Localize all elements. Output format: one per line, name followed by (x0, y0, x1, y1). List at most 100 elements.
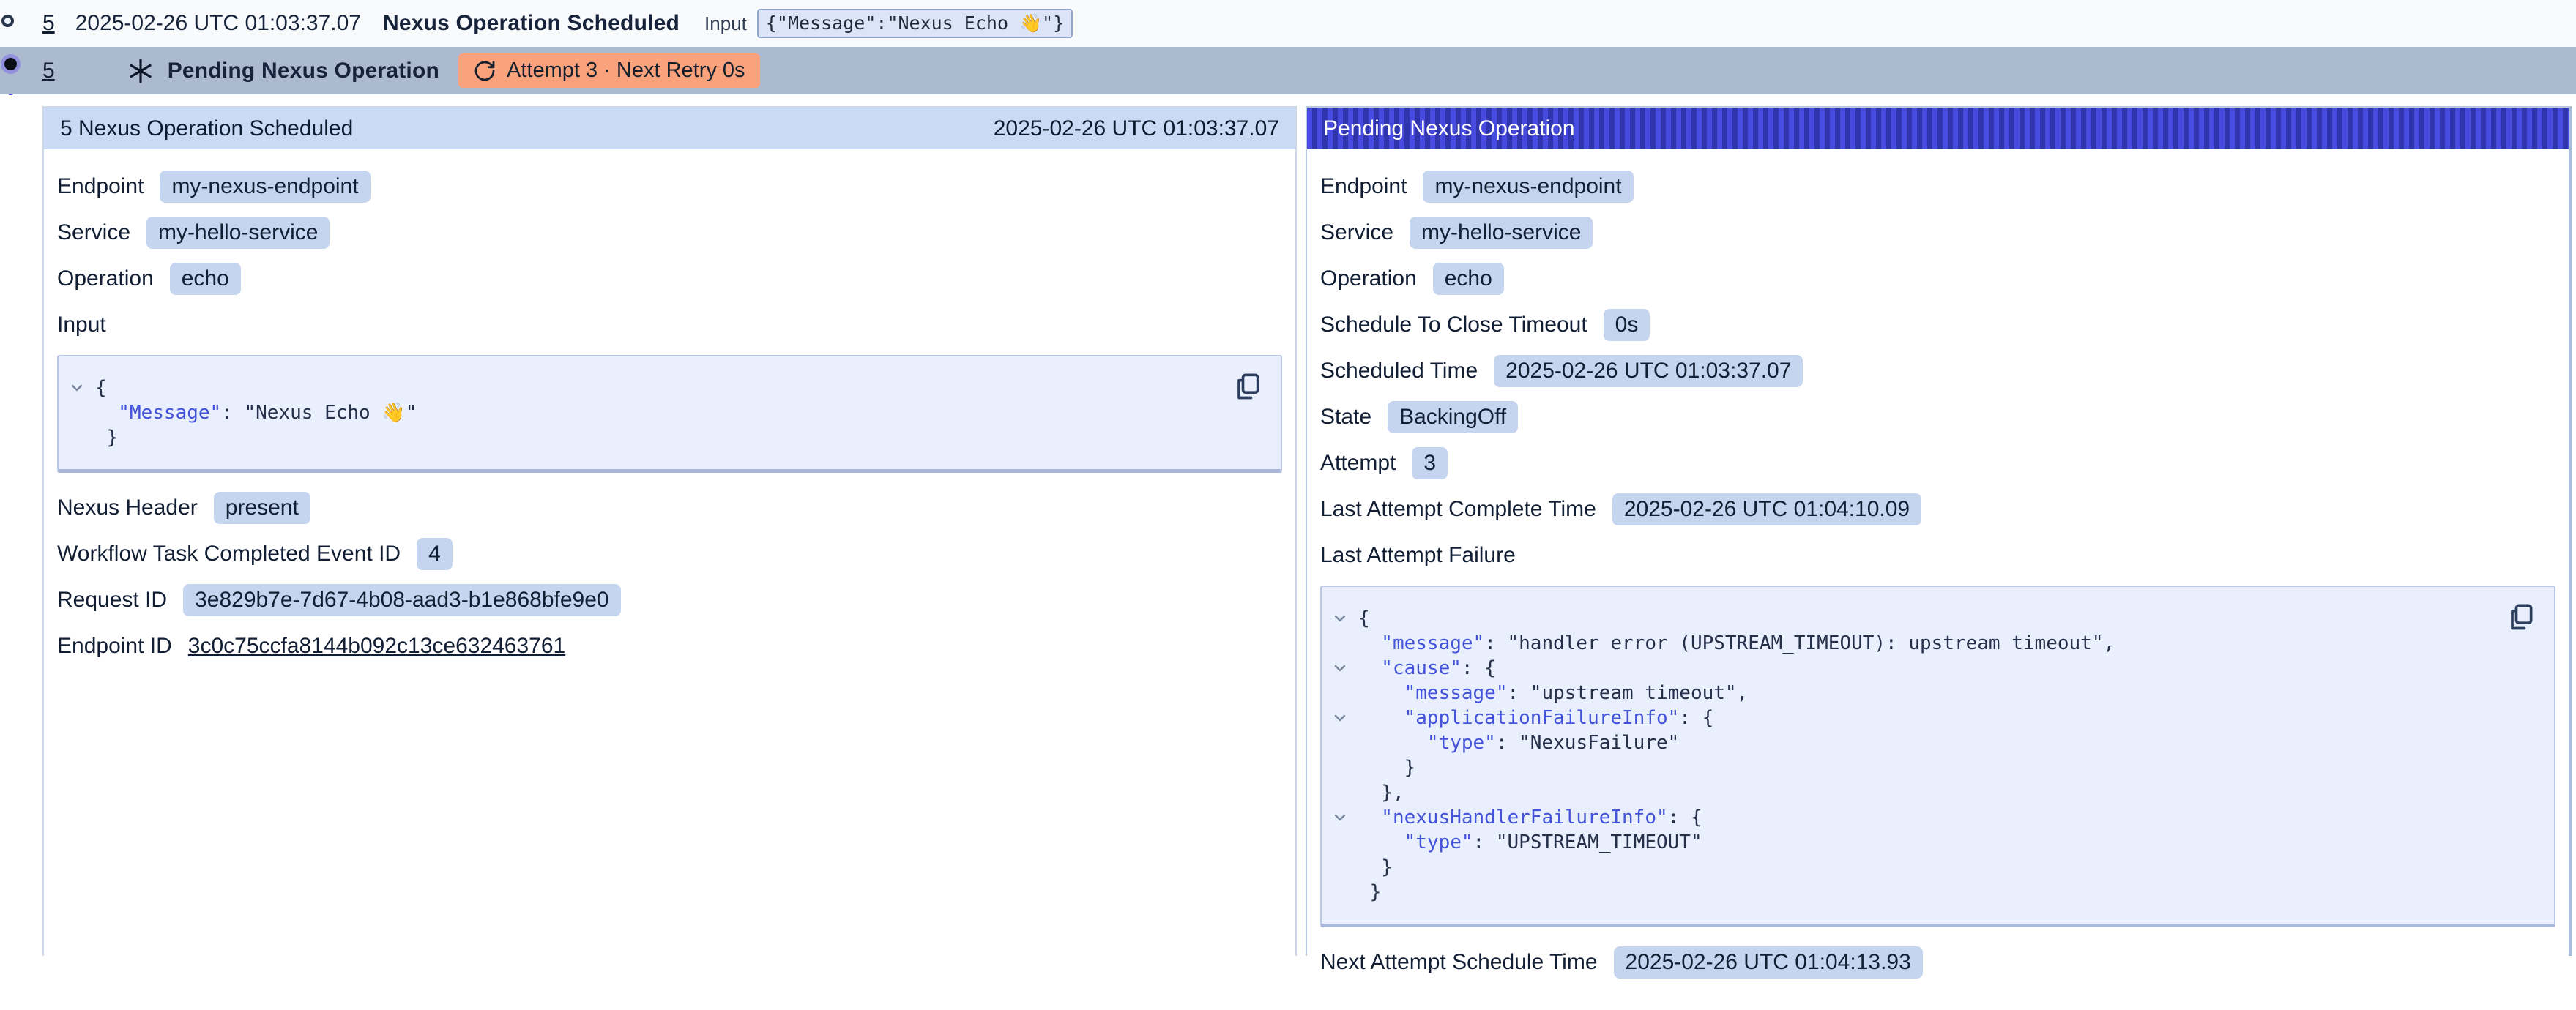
detail-row-nexus-header: Nexus Header present (57, 492, 1282, 524)
field-value-chip: present (214, 492, 310, 524)
copy-icon[interactable] (1231, 370, 1265, 406)
field-value-chip: BackingOff (1388, 401, 1518, 433)
field-value-chip: 4 (417, 538, 453, 570)
json-code: { (1358, 606, 1370, 631)
event-detail-panel: 5 Nexus Operation Scheduled 2025-02-26 U… (42, 106, 1297, 956)
field-label: Operation (57, 266, 154, 291)
field-label: Workflow Task Completed Event ID (57, 542, 401, 566)
pending-event-id-link[interactable]: 5 (42, 59, 55, 83)
detail-row-operation: Operation echo (57, 263, 1282, 295)
json-line: "type": "NexusFailure" (1322, 730, 2488, 755)
json-line: { (1322, 606, 2488, 631)
field-label: Operation (1320, 266, 1417, 291)
field-label: Request ID (57, 588, 167, 613)
event-id-link[interactable]: 5 (42, 11, 55, 36)
detail-row-service: Servicemy-hello-service (1320, 217, 2555, 249)
json-code: } (95, 425, 118, 450)
field-label: Service (1320, 220, 1393, 245)
json-line: }, (1322, 780, 2488, 805)
input-preview-chip: {"Message":"Nexus Echo 👋"} (757, 9, 1073, 38)
pending-operation-header: Pending Nexus Operation (1307, 108, 2569, 149)
json-code: "applicationFailureInfo": { (1358, 706, 1713, 730)
retry-badge-text: Attempt 3 · Next Retry 0s (507, 59, 745, 83)
field-value-chip: 2025-02-26 UTC 01:03:37.07 (1494, 355, 1803, 387)
event-timestamp: 2025-02-26 UTC 01:03:37.07 (75, 11, 361, 36)
json-line: "applicationFailureInfo": { (1322, 706, 2488, 730)
detail-row-operation: Operation echo (1320, 263, 2555, 295)
detail-row-state: State BackingOff (1320, 401, 2555, 433)
json-line: "message": "upstream timeout", (1322, 681, 2488, 706)
field-label: Last Attempt Failure (1320, 543, 1516, 568)
json-line: } (59, 425, 1215, 450)
pending-nexus-operation-row[interactable]: 5 Pending Nexus Operation Attempt 3 · Ne… (0, 47, 2576, 94)
field-label: Last Attempt Complete Time (1320, 497, 1596, 522)
input-label: Input (704, 12, 747, 35)
field-label: Nexus Header (57, 495, 198, 520)
detail-row-workflow-task-completed-event-id: Workflow Task Completed Event ID 4 (57, 538, 1282, 570)
field-label: Schedule To Close Timeout (1320, 313, 1587, 337)
field-label: Endpoint (1320, 174, 1407, 199)
field-label: Endpoint ID (57, 634, 172, 659)
field-value-chip: 3 (1412, 447, 1448, 479)
field-value-chip: 2025-02-26 UTC 01:04:13.93 (1614, 946, 1923, 979)
detail-row-next-attempt-schedule-time: Next Attempt Schedule Time 2025-02-26 UTC… (1320, 946, 2555, 979)
json-code: "type": "UPSTREAM_TIMEOUT" (1358, 830, 1702, 855)
field-label: Endpoint (57, 174, 144, 199)
event-title: Nexus Operation Scheduled (383, 11, 680, 36)
field-value-chip: 2025-02-26 UTC 01:04:10.09 (1612, 493, 1921, 525)
pending-title: Pending Nexus Operation (168, 59, 439, 83)
detail-row-service: Servicemy-hello-service (57, 217, 1282, 249)
json-line: } (1322, 880, 2488, 905)
field-value-chip: 0s (1604, 309, 1650, 341)
collapse-chevron-icon[interactable] (1322, 610, 1358, 627)
collapse-chevron-icon[interactable] (1322, 709, 1358, 727)
json-line: "nexusHandlerFailureInfo": { (1322, 805, 2488, 830)
json-viewer-last-attempt-failure: { "message": "handler error (UPSTREAM_TI… (1320, 586, 2555, 927)
pending-asterisk-icon (127, 57, 155, 85)
event-marker-current-icon (4, 58, 17, 70)
collapse-chevron-icon[interactable] (1322, 809, 1358, 826)
retry-icon (473, 59, 496, 83)
detail-row-scheduled-time: Scheduled Time 2025-02-26 UTC 01:03:37.07 (1320, 355, 2555, 387)
json-code: "nexusHandlerFailureInfo": { (1358, 805, 1702, 830)
json-line: { (59, 375, 1215, 400)
field-value-chip: 3e829b7e-7d67-4b08-aad3-b1e868bfe9e0 (183, 584, 621, 616)
workflow-event-history-view: 5 2025-02-26 UTC 01:03:37.07 Nexus Opera… (0, 0, 2576, 956)
field-value-chip: echo (1433, 263, 1504, 295)
json-code: } (1358, 855, 1393, 880)
event-detail-header-time: 2025-02-26 UTC 01:03:37.07 (994, 116, 1279, 141)
json-code: "message": "upstream timeout", (1358, 681, 1748, 706)
json-code: { (95, 375, 107, 400)
detail-row-last-attempt-failure: Last Attempt Failure (1320, 539, 2555, 572)
pending-operation-panel: Pending Nexus Operation Endpointmy-nexus… (1306, 106, 2572, 956)
field-value-link[interactable]: 3c0c75ccfa8144b092c13ce632463761 (188, 634, 565, 659)
field-label: State (1320, 405, 1371, 430)
detail-row-request-id: Request ID 3e829b7e-7d67-4b08-aad3-b1e868… (57, 584, 1282, 616)
event-detail-header: 5 Nexus Operation Scheduled 2025-02-26 U… (44, 108, 1295, 149)
collapse-chevron-icon[interactable] (59, 379, 95, 397)
collapse-chevron-icon[interactable] (1322, 659, 1358, 677)
event-marker-open-icon (1, 15, 14, 27)
json-line: } (1322, 855, 2488, 880)
detail-row-attempt: Attempt3 (1320, 447, 2555, 479)
field-label: Input (57, 313, 106, 337)
field-label: Scheduled Time (1320, 359, 1478, 384)
json-line: "cause": { (1322, 656, 2488, 681)
event-row-nexus-operation-scheduled[interactable]: 5 2025-02-26 UTC 01:03:37.07 Nexus Opera… (0, 0, 2576, 47)
json-code: "type": "NexusFailure" (1358, 730, 1679, 755)
detail-row-endpoint: Endpointmy-nexus-endpoint (1320, 171, 2555, 203)
retry-badge: Attempt 3 · Next Retry 0s (458, 53, 760, 88)
copy-icon[interactable] (2504, 600, 2538, 637)
field-label: Next Attempt Schedule Time (1320, 950, 1598, 975)
json-code: "cause": { (1358, 656, 1496, 681)
detail-row-endpoint: Endpointmy-nexus-endpoint (57, 171, 1282, 203)
json-code: "message": "handler error (UPSTREAM_TIME… (1358, 631, 2115, 656)
field-value-chip: echo (170, 263, 241, 295)
json-code: } (1358, 755, 1415, 780)
detail-row-schedule-to-close-timeout: Schedule To Close Timeout 0s (1320, 309, 2555, 341)
json-line: "type": "UPSTREAM_TIMEOUT" (1322, 830, 2488, 855)
json-line: "Message": "Nexus Echo 👋" (59, 400, 1215, 425)
json-code: "Message": "Nexus Echo 👋" (95, 400, 417, 425)
json-code: }, (1358, 780, 1404, 805)
event-detail-header-title: 5 Nexus Operation Scheduled (60, 116, 353, 141)
